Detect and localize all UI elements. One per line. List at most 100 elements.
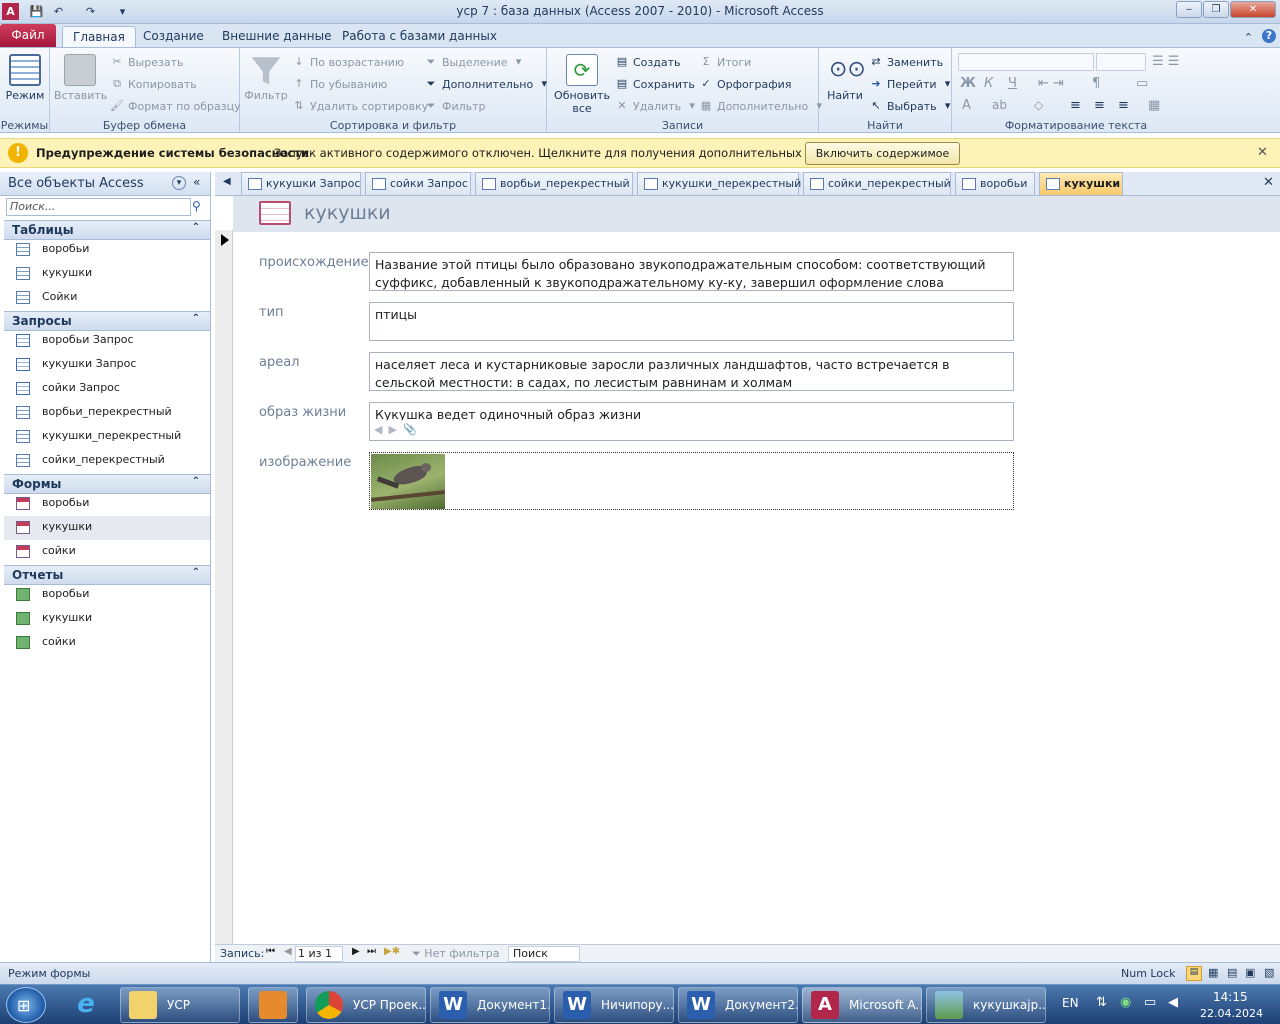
format-painter-button[interactable]: 🖌 Формат по образцу	[110, 99, 241, 113]
fill-color-icon[interactable]: ◇	[1034, 98, 1043, 112]
section-forms[interactable]: Формы ⌃	[4, 474, 210, 494]
nav-query-item[interactable]: ворбьи_перекрестный	[4, 401, 210, 425]
save-record-button[interactable]: ▤ Сохранить	[615, 77, 695, 91]
display-icon[interactable]: ▭	[1144, 995, 1156, 1010]
nav-form-item[interactable]: кукушки	[4, 516, 210, 540]
previous-record-icon[interactable]: ◀	[284, 946, 292, 957]
align-left-icon[interactable]: ≡	[1070, 98, 1081, 113]
tab-external-data[interactable]: Внешние данные	[212, 26, 341, 48]
table-grid-icon[interactable]: ▦	[1148, 98, 1160, 113]
sort-descending-button[interactable]: ↑ По убыванию	[292, 77, 387, 91]
font-size-select[interactable]	[1096, 53, 1146, 71]
underline-icon[interactable]: Ч	[1008, 76, 1017, 91]
nav-query-item[interactable]: кукушки Запрос	[4, 353, 210, 377]
selection-button[interactable]: ⏷ Выделение ▾	[424, 55, 526, 69]
taskbar-item[interactable]: W Документ1...	[430, 987, 550, 1023]
doc-tab[interactable]: сойки Запрос	[365, 172, 471, 195]
nav-form-item[interactable]: воробьи	[4, 492, 210, 516]
find-button[interactable]: ⊙⊙ Найти	[823, 54, 867, 102]
doc-tab[interactable]: кукушки_перекрестный	[637, 172, 801, 195]
field-origin[interactable]: Название этой птицы было образовано звук…	[369, 252, 1014, 291]
scroll-left-icon[interactable]: ◀	[223, 176, 231, 187]
copy-button[interactable]: ⧉ Копировать	[110, 77, 197, 91]
toggle-filter-button[interactable]: ⏷ Фильтр	[424, 99, 486, 113]
doc-tab[interactable]: сойки_перекрестный	[803, 172, 951, 195]
doc-tab[interactable]: ворбьи_перекрестный	[475, 172, 633, 195]
new-record-button[interactable]: ▤ Создать	[615, 55, 681, 69]
help-icon[interactable]: ?	[1262, 29, 1276, 43]
font-color-icon[interactable]: A	[962, 98, 971, 113]
taskbar-item-active[interactable]: A Microsoft A...	[802, 987, 922, 1023]
doc-tab-active[interactable]: кукушки	[1039, 172, 1123, 195]
restore-button[interactable]: ❐	[1203, 1, 1229, 18]
cuckoo-image[interactable]	[370, 454, 446, 509]
language-indicator[interactable]: EN	[1062, 996, 1079, 1010]
nav-query-item[interactable]: сойки Запрос	[4, 377, 210, 401]
bullets-icon[interactable]: ☰ ☰	[1152, 54, 1179, 69]
paste-button[interactable]: Вставить	[54, 54, 107, 102]
section-reports[interactable]: Отчеты ⌃	[4, 565, 210, 585]
replace-button[interactable]: ⇄ Заменить	[869, 55, 943, 69]
tab-home[interactable]: Главная	[62, 26, 136, 48]
field-image[interactable]	[369, 452, 1014, 510]
tab-create[interactable]: Создание	[133, 26, 214, 48]
paragraph-icon[interactable]: ¶	[1092, 76, 1100, 91]
search-icon[interactable]: ⚲	[192, 199, 201, 213]
next-attachment-icon[interactable]: ▶	[388, 423, 396, 436]
status-tray-icon[interactable]: ◉	[1120, 995, 1131, 1010]
totals-button[interactable]: Σ Итоги	[699, 55, 752, 69]
more-records-button[interactable]: ▦ Дополнительно ▾	[699, 99, 826, 113]
bold-icon[interactable]: Ж	[960, 76, 976, 91]
paperclip-icon[interactable]: 📎	[403, 423, 417, 436]
sort-ascending-button[interactable]: ↓ По возрастанию	[292, 55, 404, 69]
security-message[interactable]: Запуск активного содержимого отключен. Щ…	[274, 146, 867, 160]
close-icon[interactable]: ✕	[1257, 145, 1268, 160]
goto-button[interactable]: ➜ Перейти ▾	[869, 77, 955, 91]
datasheet-view-icon[interactable]: ▦	[1208, 966, 1218, 979]
nav-query-item[interactable]: сойки_перекрестный	[4, 449, 210, 473]
tab-database-tools[interactable]: Работа с базами данных	[332, 26, 507, 48]
select-button[interactable]: ↖ Выбрать ▾	[869, 99, 955, 113]
new-record-icon[interactable]: ▶✱	[384, 946, 400, 957]
nav-report-item[interactable]: кукушки	[4, 607, 210, 631]
view-mode-button[interactable]: Режим	[4, 54, 46, 102]
cut-button[interactable]: ✂ Вырезать	[110, 55, 183, 69]
nav-query-item[interactable]: воробьи Запрос	[4, 329, 210, 353]
font-family-select[interactable]	[958, 53, 1094, 71]
form-view-icon[interactable]: ▤	[1186, 966, 1202, 981]
first-record-icon[interactable]: ⏮	[266, 946, 275, 957]
filter-button[interactable]: Фильтр	[244, 54, 288, 102]
align-right-icon[interactable]: ≡	[1118, 98, 1129, 113]
align-center-icon[interactable]: ≡	[1094, 98, 1105, 113]
minimize-ribbon-icon[interactable]: ⌃	[1240, 29, 1257, 46]
record-search-input[interactable]: Поиск	[508, 946, 580, 962]
pivot-view-icon[interactable]: ▧	[1264, 966, 1274, 979]
chevron-down-icon[interactable]: ▾	[172, 176, 186, 190]
section-queries[interactable]: Запросы ⌃	[4, 311, 210, 331]
field-lifestyle[interactable]: Кукушка ведет одиночный образ жизни	[369, 402, 1014, 441]
nav-report-item[interactable]: воробьи	[4, 583, 210, 607]
nav-form-item[interactable]: сойки	[4, 540, 210, 564]
nav-report-item[interactable]: сойки	[4, 631, 210, 655]
taskbar-item[interactable]: УСР	[120, 987, 240, 1023]
clock-date[interactable]: 22.04.2024	[1200, 1007, 1263, 1020]
refresh-all-button[interactable]: ⟳ Обновить все	[551, 54, 613, 115]
nav-table-item[interactable]: воробьи	[4, 238, 210, 262]
clear-sort-button[interactable]: ⇅ Удалить сортировку	[292, 99, 428, 113]
design-view-icon[interactable]: ▣	[1245, 966, 1255, 979]
taskbar-item[interactable]: УСР Проек...	[306, 987, 426, 1023]
nav-query-item[interactable]: кукушки_перекрестный	[4, 425, 210, 449]
taskbar-item[interactable]	[248, 987, 298, 1023]
previous-attachment-icon[interactable]: ◀	[374, 423, 382, 436]
doc-tab[interactable]: воробьи	[955, 172, 1035, 195]
network-icon[interactable]: ⇅	[1096, 995, 1107, 1010]
start-button[interactable]: ⊞	[6, 987, 46, 1023]
collapse-pane-icon[interactable]: «	[193, 175, 200, 189]
italic-icon[interactable]: К	[984, 76, 993, 91]
delete-record-button[interactable]: ✕ Удалить ▾	[615, 99, 699, 113]
close-icon[interactable]: ✕	[1263, 175, 1274, 190]
close-button[interactable]: ✕	[1230, 1, 1276, 18]
layout-view-icon[interactable]: ▤	[1227, 966, 1237, 979]
last-record-icon[interactable]: ⏭	[367, 946, 376, 957]
doc-tab[interactable]: кукушки Запрос	[241, 172, 361, 195]
